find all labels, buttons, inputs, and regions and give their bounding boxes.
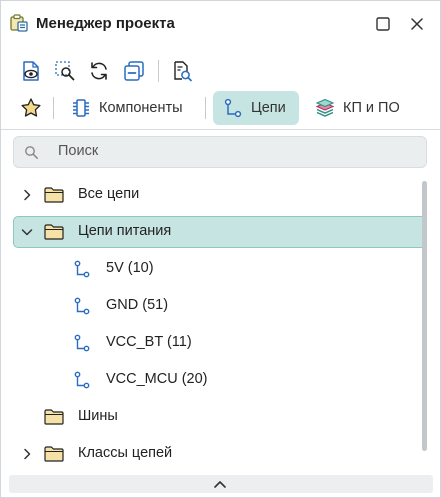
net-icon: [74, 297, 90, 315]
tree-item-net-vcc-bt[interactable]: VCC_BT (11): [13, 327, 427, 359]
chevron-right-icon[interactable]: [21, 189, 33, 201]
tree-item-label: 5V (10): [106, 260, 154, 276]
tree-item-net-5v[interactable]: 5V (10): [13, 253, 427, 285]
tab-components[interactable]: Компоненты: [63, 91, 191, 125]
chevron-down-icon[interactable]: [21, 226, 33, 238]
project-manager-panel: Менеджер проекта Компоненты Цепи КП и ПО…: [0, 0, 441, 498]
tab-nets[interactable]: Цепи: [213, 91, 299, 125]
tree-item-net-classes[interactable]: Классы цепей: [13, 438, 427, 470]
net-icon: [74, 371, 90, 389]
tree-item-label: VCC_BT (11): [106, 334, 192, 350]
tab-pads-vias-label: КП и ПО: [343, 100, 400, 116]
net-icon: [74, 334, 90, 352]
show-document-icon[interactable]: [20, 60, 42, 82]
folder-icon: [44, 187, 64, 203]
favorites-star-icon[interactable]: [20, 97, 42, 119]
layers-icon: [315, 98, 335, 117]
tab-pads-vias[interactable]: КП и ПО: [309, 91, 406, 125]
folder-icon: [44, 409, 64, 425]
tree-item-power-nets[interactable]: Цепи питания: [13, 216, 427, 248]
tree-item-label: Классы цепей: [78, 445, 173, 461]
net-icon: [224, 98, 242, 118]
tree-item-all-nets[interactable]: Все цепи: [13, 179, 427, 211]
search-input[interactable]: [58, 143, 398, 159]
net-icon: [74, 260, 90, 278]
tree-item-net-gnd[interactable]: GND (51): [13, 290, 427, 322]
tree-item-label: Все цепи: [78, 186, 140, 202]
tab-nets-label: Цепи: [251, 100, 286, 116]
project-manager-icon: [10, 14, 28, 32]
chevron-up-icon[interactable]: [213, 479, 227, 489]
tree-item-net-vcc-mcu[interactable]: VCC_MCU (20): [13, 364, 427, 396]
maximize-icon[interactable]: [375, 16, 391, 32]
folder-icon: [44, 224, 64, 240]
tree-item-buses[interactable]: Шины: [13, 401, 427, 433]
tree-item-label: GND (51): [106, 297, 169, 313]
component-chip-icon: [73, 99, 89, 117]
search-icon: [25, 146, 38, 159]
toolbar-separator: [158, 60, 159, 82]
collapse-all-icon[interactable]: [123, 60, 145, 82]
tree-item-label: VCC_MCU (20): [106, 371, 208, 387]
divider: [1, 129, 440, 130]
tab-separator: [53, 97, 54, 119]
tab-separator: [205, 97, 206, 119]
tab-components-label: Компоненты: [99, 100, 183, 116]
folder-icon: [44, 446, 64, 462]
tree-item-label: Шины: [78, 408, 118, 424]
zoom-selection-icon[interactable]: [54, 60, 76, 82]
close-icon[interactable]: [409, 16, 425, 32]
chevron-right-icon[interactable]: [21, 448, 33, 460]
vertical-scrollbar[interactable]: [422, 181, 427, 451]
window-title: Менеджер проекта: [36, 15, 175, 32]
search-box[interactable]: [13, 136, 427, 168]
title-bar: Менеджер проекта: [1, 1, 440, 47]
tree-item-label: Цепи питания: [78, 223, 172, 239]
refresh-icon[interactable]: [88, 60, 110, 82]
find-document-icon[interactable]: [171, 60, 193, 82]
